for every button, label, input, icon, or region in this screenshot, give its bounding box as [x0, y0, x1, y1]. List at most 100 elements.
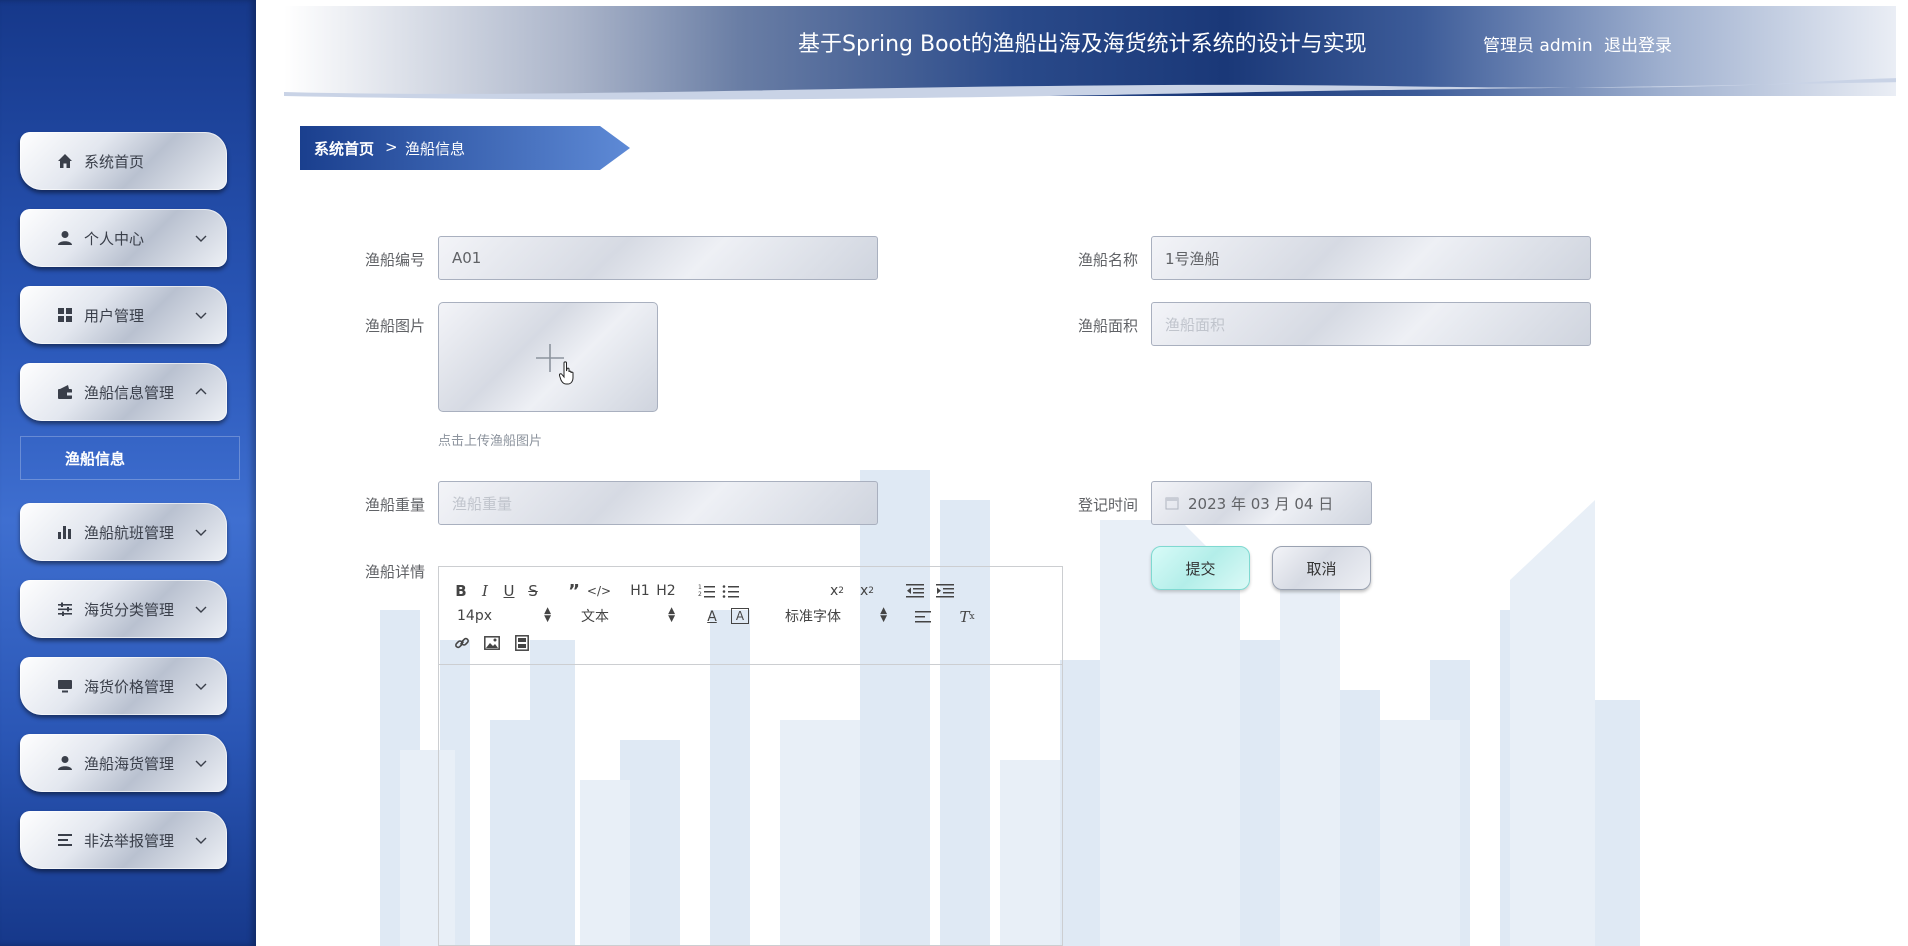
upload-tip: 点击上传渔船图片 [438, 434, 543, 449]
italic-icon[interactable]: I [477, 579, 493, 603]
calendar-icon [1165, 497, 1179, 510]
sidebar-item-illegal-report-management[interactable]: 非法举报管理 [20, 811, 227, 869]
chevron-down-icon [195, 683, 207, 690]
chevron-down-icon [195, 312, 207, 319]
ordered-list-icon[interactable]: 12 [697, 579, 717, 603]
header-wave-decoration [284, 78, 1908, 100]
strikethrough-icon[interactable]: S [525, 579, 541, 603]
rich-text-editor: B I U S ” </> H1 H2 12 x2 x2 14px ▲ ▼ 文本… [438, 566, 1063, 946]
sidebar-item-label: 渔船信息管理 [84, 383, 175, 402]
monitor-icon [56, 677, 74, 695]
breadcrumb-separator: > [385, 138, 398, 156]
code-icon[interactable]: </> [587, 579, 611, 603]
sliders-icon [56, 600, 74, 618]
chevron-down-icon [195, 529, 207, 536]
sidebar-item-user-management[interactable]: 用户管理 [20, 286, 227, 344]
select-arrows-icon: ▲ ▼ [668, 606, 675, 624]
boat-image-label: 渔船图片 [365, 317, 426, 335]
superscript-icon[interactable]: x2 [857, 579, 877, 603]
wallet-icon [56, 383, 74, 401]
boat-area-input[interactable]: 渔船面积 [1151, 302, 1591, 346]
link-icon[interactable] [453, 631, 471, 655]
hand-cursor-icon [559, 361, 574, 385]
font-size-select[interactable]: 14px ▲ ▼ [457, 605, 551, 627]
boat-name-input[interactable]: 1号渔船 [1151, 236, 1591, 280]
font-color-icon[interactable]: A [703, 605, 721, 629]
sidebar-item-label: 用户管理 [84, 306, 145, 325]
boat-name-label: 渔船名称 [1078, 251, 1139, 269]
heading2-label: H2 [656, 583, 676, 599]
sidebar-item-boat-voyage-management[interactable]: 渔船航班管理 [20, 503, 227, 561]
sidebar-item-personal-center[interactable]: 个人中心 [20, 209, 227, 267]
indent-icon[interactable] [935, 579, 955, 603]
boat-no-label: 渔船编号 [365, 251, 426, 269]
clear-format-icon[interactable]: Tx [957, 605, 977, 629]
svg-text:1: 1 [698, 584, 702, 591]
align-icon[interactable] [913, 605, 933, 629]
sidebar-item-label: 非法举报管理 [84, 831, 175, 850]
editor-content-area[interactable] [439, 666, 1062, 946]
breadcrumb-home[interactable]: 系统首页 [314, 138, 374, 159]
sidebar-item-label: 个人中心 [84, 229, 145, 248]
chevron-down-icon [195, 606, 207, 613]
submit-button[interactable]: 提交 [1151, 546, 1250, 590]
video-icon[interactable] [513, 631, 531, 655]
bar-chart-icon [56, 523, 74, 541]
sidebar-item-boat-info-management[interactable]: 渔船信息管理 [20, 363, 227, 421]
page-scrollbar[interactable] [1896, 6, 1908, 926]
boat-weight-label: 渔船重量 [365, 496, 426, 514]
chevron-down-icon [195, 760, 207, 767]
logout-link[interactable]: 退出登录 [1604, 31, 1672, 56]
sidebar-item-boat-seafood-management[interactable]: 渔船海货管理 [20, 734, 227, 792]
sidebar-item-label: 渔船航班管理 [84, 523, 175, 542]
bold-icon[interactable]: B [453, 579, 469, 603]
current-user: 管理员 admin [1483, 36, 1593, 56]
sidebar-subitem-label: 渔船信息 [65, 449, 126, 468]
page-title: 基于Spring Boot的渔船出海及海货统计系统的设计与实现 [798, 32, 1367, 57]
underline-icon[interactable]: U [501, 579, 517, 603]
sidebar-item-label: 海货价格管理 [84, 677, 175, 696]
font-family-select[interactable]: 标准字体 ▲ ▼ [785, 605, 887, 627]
svg-text:2: 2 [698, 591, 702, 598]
background-color-icon[interactable]: A [731, 608, 749, 624]
paragraph-value: 文本 [581, 609, 609, 625]
list-icon [56, 831, 74, 849]
chevron-up-icon [195, 388, 207, 395]
sidebar-item-label: 海货分类管理 [84, 600, 175, 619]
font-family-value: 标准字体 [785, 609, 841, 625]
bullet-list-icon[interactable] [721, 579, 741, 603]
app-window: 系统首页 个人中心 用户管理 渔船信息管理 渔船信息 渔船航班管理 海货分类管理… [0, 0, 1908, 946]
sidebar-item-label: 系统首页 [84, 152, 145, 171]
sidebar-item-seafood-price-management[interactable]: 海货价格管理 [20, 657, 227, 715]
user-icon [56, 754, 74, 772]
font-size-value: 14px [457, 608, 492, 624]
image-icon[interactable] [483, 631, 501, 655]
chevron-down-icon [195, 235, 207, 242]
heading2-icon[interactable]: H2 [655, 579, 677, 603]
register-time-label: 登记时间 [1078, 496, 1139, 514]
sidebar-item-label: 渔船海货管理 [84, 754, 175, 773]
outdent-icon[interactable] [905, 579, 925, 603]
paragraph-select[interactable]: 文本 ▲ ▼ [581, 605, 675, 627]
editor-toolbar: B I U S ” </> H1 H2 12 x2 x2 14px ▲ ▼ 文本… [439, 567, 1062, 665]
blockquote-icon[interactable]: ” [565, 579, 583, 603]
chevron-down-icon [195, 837, 207, 844]
sidebar-item-seafood-category-management[interactable]: 海货分类管理 [20, 580, 227, 638]
home-icon [56, 152, 74, 170]
sidebar-item-home[interactable]: 系统首页 [20, 132, 227, 190]
sidebar-subitem-boat-info[interactable]: 渔船信息 [20, 436, 240, 480]
boat-no-input[interactable]: A01 [438, 236, 878, 280]
cancel-button[interactable]: 取消 [1272, 546, 1371, 590]
boat-area-label: 渔船面积 [1078, 317, 1139, 335]
heading1-icon[interactable]: H1 [629, 579, 651, 603]
register-time-value: 2023 年 03 月 04 日 [1188, 494, 1334, 513]
breadcrumb-current: 渔船信息 [405, 140, 466, 158]
heading1-label: H1 [630, 583, 650, 599]
user-icon [56, 229, 74, 247]
register-time-picker[interactable]: 2023 年 03 月 04 日 [1151, 481, 1372, 525]
subscript-icon[interactable]: x2 [827, 579, 847, 603]
select-arrows-icon: ▲ ▼ [544, 606, 551, 624]
select-arrows-icon: ▲ ▼ [880, 606, 887, 624]
image-upload-box[interactable] [438, 302, 658, 412]
boat-weight-input[interactable]: 渔船重量 [438, 481, 878, 525]
